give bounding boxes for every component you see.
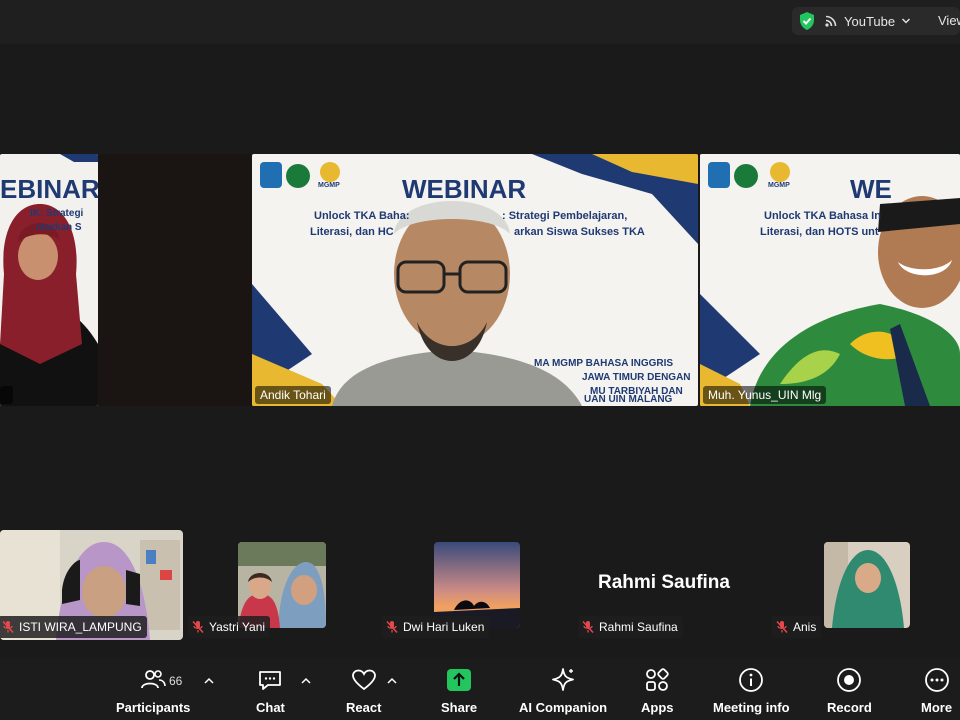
participant-name: Dwi Hari Luken [403, 620, 485, 634]
meeting-toolbar: Participants 66 Chat React Share AI Comp… [0, 658, 960, 720]
chevron-up-icon[interactable] [386, 676, 398, 686]
participant-label-dwi: Dwi Hari Luken [382, 616, 490, 638]
banner-subtitle-1: IK: Strategi [30, 208, 84, 219]
record-button[interactable]: Record [827, 666, 872, 715]
chat-label: Chat [256, 700, 285, 715]
meeting-info-button[interactable]: Meeting info [713, 666, 790, 715]
participant-label-anis: Anis [772, 616, 822, 638]
stream-destination: YouTube [844, 13, 896, 29]
mic-muted-icon [386, 620, 398, 634]
banner-subtitle-1: Unlock TKA Bahasa In [764, 210, 881, 222]
banner-subtitle-1a: Unlock TKA Baha: [314, 210, 410, 222]
share-label: Share [441, 700, 478, 715]
mic-muted-icon [2, 620, 14, 634]
ai-companion-label: AI Companion [519, 700, 608, 715]
participant-name-tag [0, 386, 14, 404]
chevron-down-icon[interactable] [901, 16, 911, 26]
top-bar: YouTube View [0, 0, 960, 44]
banner-subtitle-2b: arkan Siswa Sukses TKA [514, 226, 645, 238]
meeting-info-label: Meeting info [713, 700, 790, 715]
chevron-up-icon[interactable] [300, 676, 312, 686]
participants-label: Participants [116, 700, 191, 715]
mic-muted-icon [192, 620, 204, 634]
heart-icon [351, 669, 376, 691]
react-label: React [346, 700, 382, 715]
live-stream-icon [825, 15, 837, 27]
apps-icon [646, 668, 669, 691]
banner-text: WE [850, 174, 892, 204]
banner-subtitle-2: Literasi, dan HOTS unt [760, 226, 879, 238]
mic-muted-icon [582, 620, 594, 634]
apps-button[interactable]: Apps [641, 666, 674, 715]
participant-label-isti: ISTI WIRA_LAMPUNG [0, 616, 147, 638]
ai-companion-button[interactable]: AI Companion [519, 666, 607, 715]
stream-status-pill[interactable]: YouTube View [792, 7, 960, 35]
participant-video [824, 542, 910, 628]
participant-thumb-anis[interactable] [824, 542, 910, 628]
chat-icon [259, 671, 282, 690]
video-tile-yunus[interactable]: MGMP WE Unlock TKA Bahasa In Literasi, d… [700, 154, 960, 406]
apps-label: Apps [641, 700, 674, 715]
info-icon [739, 668, 764, 692]
view-button[interactable]: View [938, 13, 960, 28]
participant-name-tag: Andik Tohari [255, 386, 331, 404]
more-icon [924, 668, 949, 692]
banner-subtitle-2a: Literasi, dan HC [310, 226, 394, 238]
record-icon [837, 668, 862, 692]
logo-caption: MGMP [318, 182, 340, 189]
sparkle-icon [552, 668, 574, 691]
share-button[interactable]: Share [441, 666, 477, 715]
logo-caption: MGMP [768, 182, 790, 189]
footer-line-4: UAN UIN MALANG [584, 394, 673, 405]
webinar-background [700, 154, 960, 406]
participant-name: ISTI WIRA_LAMPUNG [19, 620, 142, 634]
mic-muted-icon [776, 620, 788, 634]
footer-line-1: MA MGMP BAHASA INGGRIS [534, 358, 674, 369]
footer-line-2: JAWA TIMUR DENGAN [582, 372, 691, 383]
participant-label-yastri: Yastri Yani [188, 616, 271, 638]
banner-subtitle-2: ntarkan S [36, 222, 82, 233]
participant-label-rahmi: Rahmi Saufina [578, 616, 683, 638]
share-screen-icon [447, 669, 472, 691]
banner-subtitle-1b: : Strategi Pembelajaran, [502, 210, 628, 222]
shield-check-icon [800, 12, 814, 30]
participant-name: Yastri Yani [209, 620, 266, 634]
participant-display-name: Rahmi Saufina [598, 572, 730, 593]
participants-count: 66 [169, 674, 183, 688]
banner-text: EBINAR [0, 174, 98, 204]
more-label: More [921, 700, 953, 715]
chat-button[interactable]: Chat [256, 666, 285, 715]
react-button[interactable]: React [346, 666, 381, 715]
record-label: Record [827, 700, 872, 715]
banner-text: WEBINAR [402, 174, 527, 204]
chevron-up-icon[interactable] [203, 676, 215, 686]
video-tile-left[interactable]: EBINAR IK: Strategi ntarkan S [0, 154, 98, 406]
video-stage: EBINAR IK: Strategi ntarkan S MGMP WEBIN… [0, 44, 960, 658]
video-tile-empty [98, 154, 252, 406]
more-button[interactable]: More [921, 666, 952, 715]
participant-name: Anis [793, 620, 817, 634]
participant-name-tag: Muh. Yunus_UIN Mlg [703, 386, 827, 404]
participants-icon [141, 670, 167, 689]
video-tile-andik[interactable]: MGMP WEBINAR Unlock TKA Baha: : Strategi… [252, 154, 698, 406]
participant-name: Rahmi Saufina [599, 620, 678, 634]
